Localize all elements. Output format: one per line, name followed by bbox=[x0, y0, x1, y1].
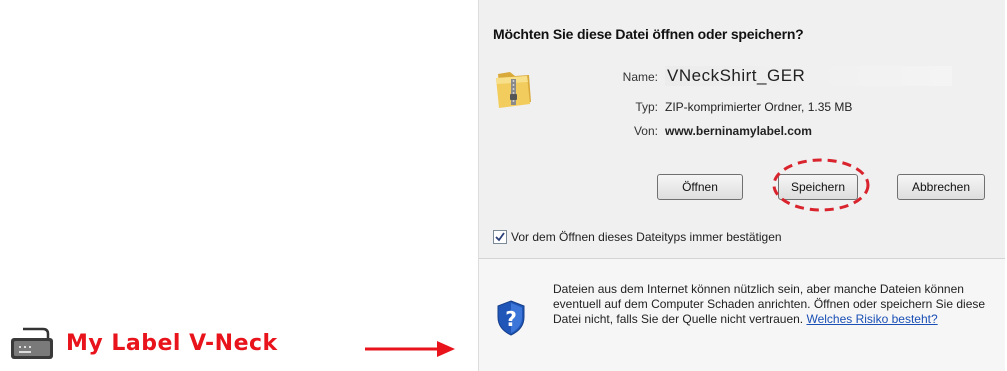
file-type-row: Typ: ZIP-komprimierter Ordner, 1.35 MB bbox=[479, 100, 852, 120]
shield-question-icon: ? bbox=[497, 300, 525, 336]
save-highlight-circle bbox=[772, 158, 870, 212]
security-warning-text: Dateien aus dem Internet können nützlich… bbox=[553, 282, 993, 327]
always-confirm-label: Vor dem Öffnen dieses Dateityps immer be… bbox=[511, 230, 782, 244]
file-source-value: www.berninamylabel.com bbox=[665, 124, 812, 138]
my-label-v-neck-text: My Label V-Neck bbox=[66, 330, 278, 356]
always-confirm-option[interactable]: Vor dem Öffnen dieses Dateityps immer be… bbox=[493, 230, 782, 244]
risk-info-link[interactable]: Welches Risiko besteht? bbox=[806, 312, 937, 326]
open-button[interactable]: Öffnen bbox=[657, 174, 743, 200]
my-label-v-neck-link[interactable]: My Label V-Neck bbox=[10, 326, 278, 360]
dialog-main-section: Möchten Sie diese Datei öffnen oder spei… bbox=[479, 0, 1005, 258]
security-warning-section: ? Dateien aus dem Internet können nützli… bbox=[479, 259, 1005, 371]
file-type-value: ZIP-komprimierter Ordner, 1.35 MB bbox=[665, 100, 853, 114]
sewing-machine-icon bbox=[11, 327, 53, 359]
dialog-question: Möchten Sie diese Datei öffnen oder spei… bbox=[493, 26, 804, 42]
cancel-button[interactable]: Abbrechen bbox=[897, 174, 985, 200]
file-download-dialog: Möchten Sie diese Datei öffnen oder spei… bbox=[478, 0, 1005, 371]
file-name-row: Name: VNeckShirt_GER bbox=[479, 66, 952, 86]
file-type-label: Typ: bbox=[635, 100, 658, 114]
file-source-label: Von: bbox=[633, 124, 658, 138]
svg-text:?: ? bbox=[505, 307, 517, 331]
always-confirm-checkbox[interactable] bbox=[493, 230, 507, 244]
checkmark-icon bbox=[495, 232, 505, 242]
arrow-right-icon bbox=[365, 341, 455, 357]
file-source-row: Von: www.berninamylabel.com bbox=[479, 124, 812, 144]
file-name-label: Name: bbox=[622, 70, 658, 84]
file-name-value: VNeckShirt_GER bbox=[665, 66, 952, 86]
